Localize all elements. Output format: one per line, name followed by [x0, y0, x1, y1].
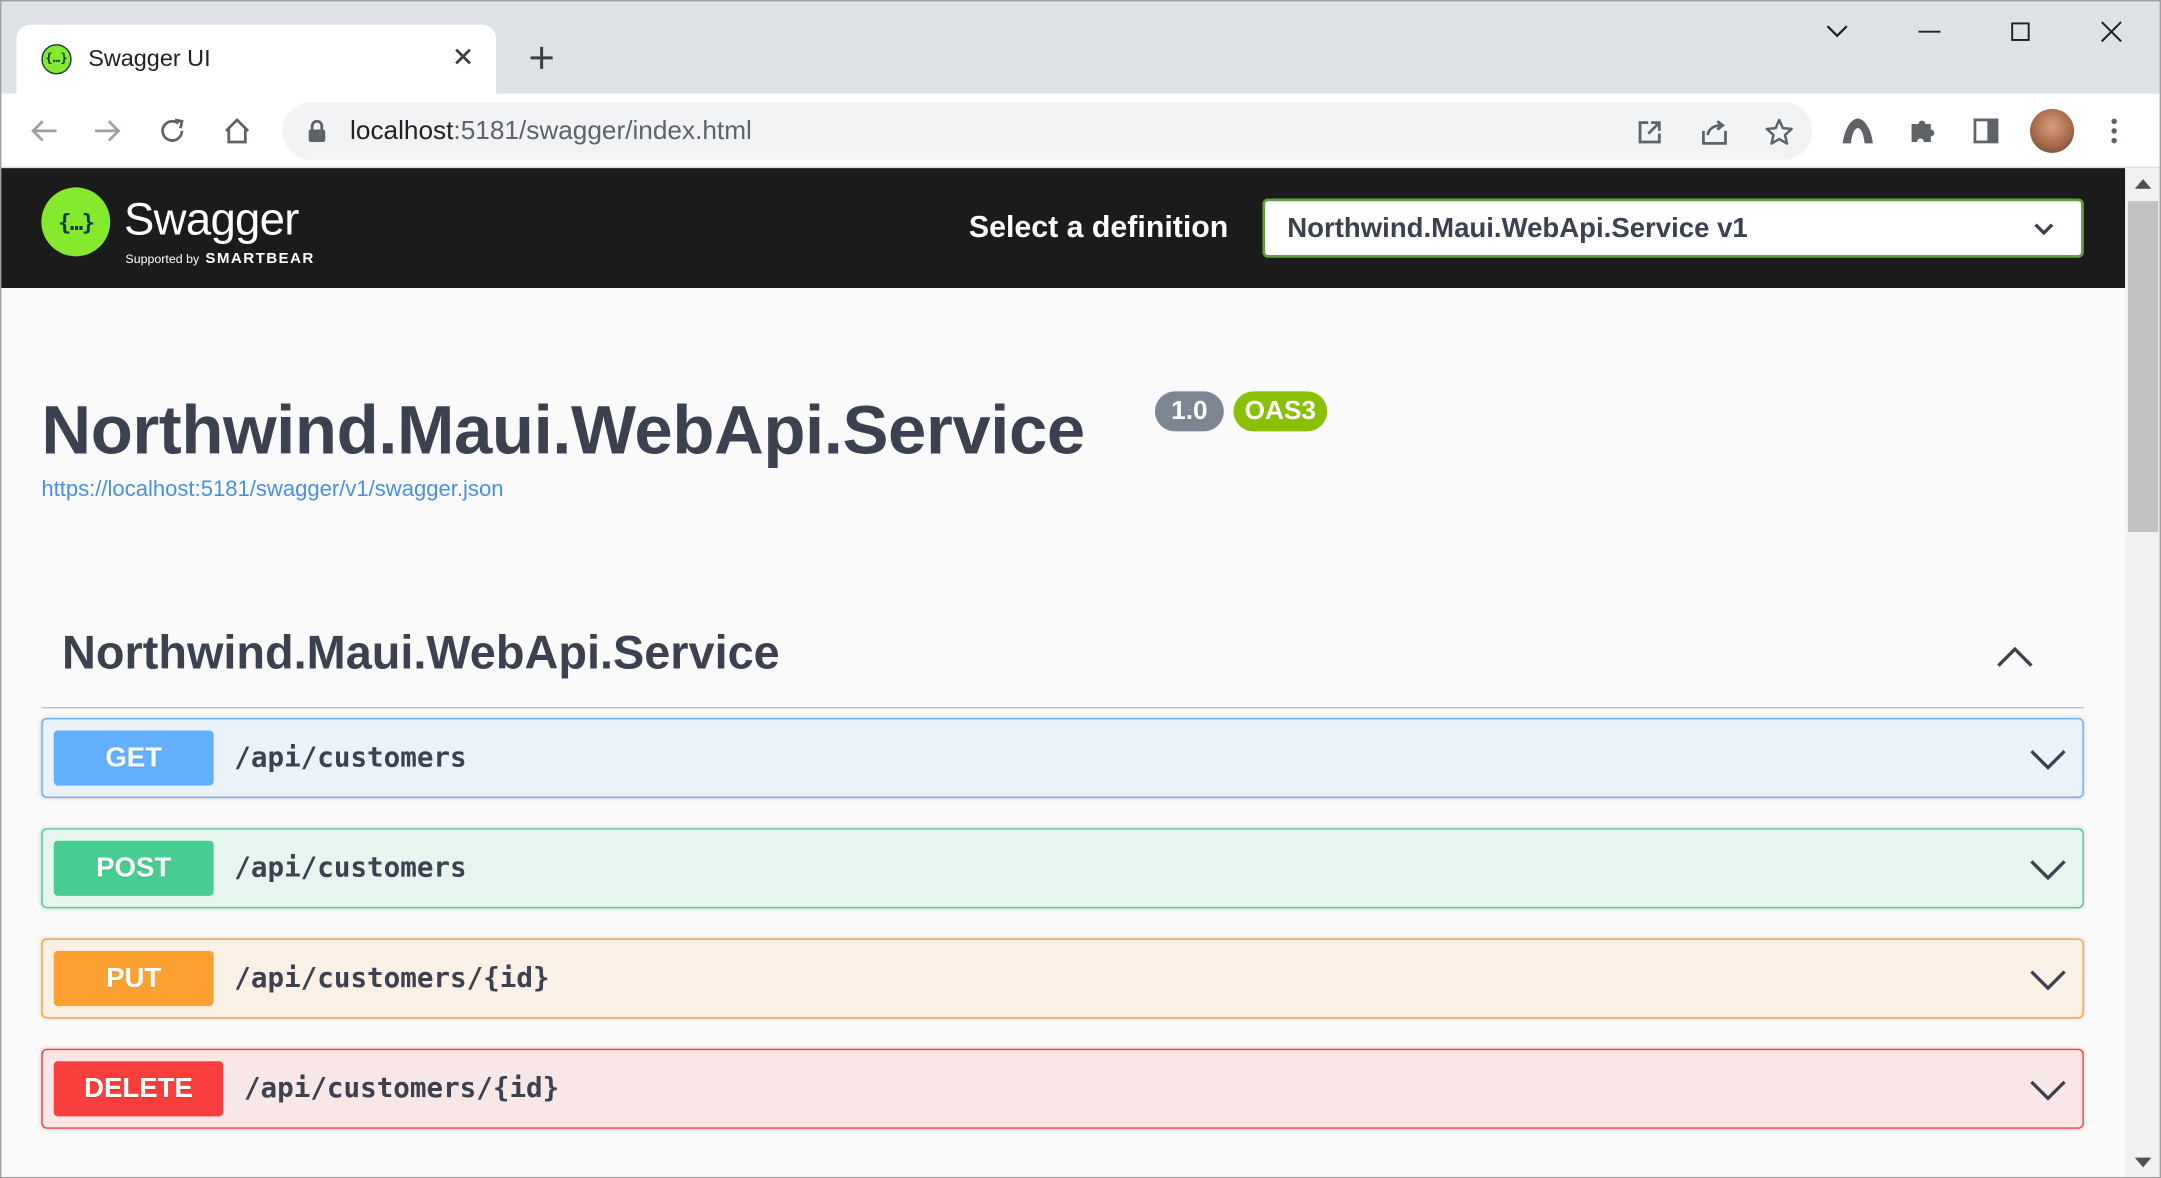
share-icon[interactable]	[1697, 114, 1733, 150]
browser-toolbar: localhost:5181/swagger/index.html	[0, 93, 2161, 169]
smartbear-logo: SMARTBEAR	[205, 250, 315, 268]
operation-get-customers[interactable]: GET /api/customers	[41, 718, 2084, 798]
oas-badge: OAS3	[1233, 391, 1328, 432]
extension-dark-icon[interactable]	[1837, 110, 1878, 151]
operation-path: /api/customers/{id}	[234, 960, 550, 994]
open-external-icon[interactable]	[1632, 114, 1668, 150]
scroll-down-arrow-icon[interactable]	[2134, 1157, 2152, 1168]
tag-header[interactable]: Northwind.Maui.WebApi.Service	[41, 608, 2084, 709]
version-badge: 1.0	[1154, 391, 1224, 432]
definition-select-value: Northwind.Maui.WebApi.Service v1	[1287, 213, 1748, 244]
chevron-up-icon[interactable]	[1993, 635, 2037, 679]
method-badge: GET	[53, 730, 214, 786]
operation-delete-customer[interactable]: DELETE /api/customers/{id}	[41, 1048, 2084, 1129]
method-badge: DELETE	[53, 1061, 224, 1117]
swagger-brand[interactable]: Swagger	[124, 193, 299, 245]
maximize-icon[interactable]	[1993, 11, 2048, 52]
supported-by: Supported by SMARTBEAR	[125, 251, 314, 268]
extensions-puzzle-icon[interactable]	[1902, 110, 1943, 151]
operation-post-customers[interactable]: POST /api/customers	[41, 828, 2084, 909]
chevron-down-icon[interactable]	[2027, 739, 2068, 780]
tag-title[interactable]: Northwind.Maui.WebApi.Service	[62, 627, 780, 681]
url-host: localhost	[350, 117, 454, 147]
swagger-logo-icon[interactable]: {…}	[41, 187, 111, 257]
close-tab-icon[interactable]	[447, 40, 480, 73]
api-title: Northwind.Maui.WebApi.Service	[41, 391, 1085, 469]
scrollbar-thumb[interactable]	[2127, 201, 2159, 532]
url-path: :5181/swagger/index.html	[453, 117, 752, 147]
swagger-topbar: {…} Swagger Supported by SMARTBEAR Selec…	[0, 168, 2126, 289]
new-tab-button[interactable]	[521, 37, 562, 78]
spec-url-link[interactable]: https://localhost:5181/swagger/v1/swagge…	[41, 478, 503, 503]
address-bar[interactable]: localhost:5181/swagger/index.html	[282, 101, 1813, 160]
method-badge: POST	[53, 840, 214, 896]
operation-path: /api/customers	[234, 850, 467, 884]
browser-tab[interactable]: {…} Swagger UI	[16, 24, 497, 97]
home-icon[interactable]	[215, 109, 259, 153]
operation-put-customer[interactable]: PUT /api/customers/{id}	[41, 938, 2084, 1019]
chevron-down-icon[interactable]	[2027, 849, 2068, 890]
minimize-icon[interactable]	[1902, 11, 1957, 52]
tab-title: Swagger UI	[88, 45, 211, 72]
tab-search-icon[interactable]	[1810, 11, 1865, 52]
page-scrollbar[interactable]	[2125, 168, 2161, 1178]
chevron-down-icon	[2034, 218, 2054, 243]
swagger-favicon-icon: {…}	[41, 44, 72, 75]
scroll-up-arrow-icon[interactable]	[2134, 179, 2152, 189]
reload-icon[interactable]	[150, 109, 194, 153]
operation-path: /api/customers/{id}	[243, 1070, 560, 1104]
lock-icon[interactable]	[307, 119, 326, 151]
supported-by-text: Supported by	[125, 252, 200, 266]
title-bar: {…} Swagger UI	[0, 0, 2161, 97]
browser-window: {…} Swagger UI localhost:5181/swagger/in…	[0, 0, 2161, 1178]
close-window-icon[interactable]	[2084, 11, 2139, 52]
back-arrow-icon[interactable]	[22, 109, 66, 153]
profile-avatar[interactable]	[2030, 108, 2075, 153]
chevron-down-icon[interactable]	[2027, 959, 2068, 1000]
chevron-down-icon[interactable]	[2027, 1069, 2068, 1110]
menu-kebab-icon[interactable]	[2093, 110, 2134, 151]
operation-path: /api/customers	[234, 740, 467, 774]
swagger-main: Northwind.Maui.WebApi.Service 1.0 OAS3 h…	[0, 288, 2126, 1178]
definition-select[interactable]: Northwind.Maui.WebApi.Service v1	[1262, 198, 2084, 258]
select-definition-label: Select a definition	[968, 209, 1229, 244]
bookmark-star-icon[interactable]	[1761, 114, 1797, 150]
side-panel-icon[interactable]	[1965, 110, 2006, 151]
forward-arrow-icon[interactable]	[85, 109, 129, 153]
method-badge: PUT	[53, 950, 214, 1007]
url-text[interactable]: localhost:5181/swagger/index.html	[350, 117, 752, 147]
